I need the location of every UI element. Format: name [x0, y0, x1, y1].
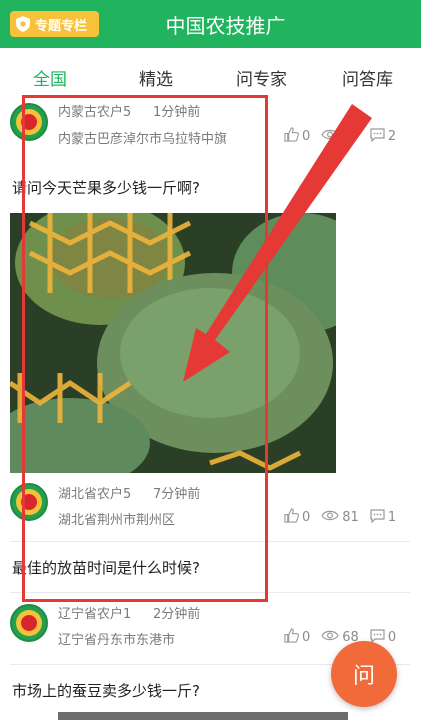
tab-qa-library[interactable]: 问答库: [342, 65, 393, 90]
post-image[interactable]: [10, 213, 336, 473]
comment-count: 1: [387, 510, 397, 525]
ask-question-button[interactable]: 问: [331, 641, 397, 707]
page-title: 中国农技推广: [165, 14, 286, 38]
question-title[interactable]: 请问今天芒果多少钱一斤啊?: [12, 177, 200, 198]
post-user[interactable]: 辽宁省农户1: [58, 603, 131, 622]
tab-nationwide[interactable]: 全国: [33, 65, 67, 90]
question-title[interactable]: 市场上的蚕豆卖多少钱一斤?: [12, 680, 200, 701]
thumb-up-icon[interactable]: [284, 508, 299, 527]
view-count: 90: [342, 129, 359, 144]
like-count: 0: [302, 129, 311, 144]
comment-count: 2: [387, 129, 397, 144]
tab-ask-expert[interactable]: 问专家: [236, 65, 287, 90]
eye-icon: [321, 629, 339, 646]
post-stats: 0 68 0: [284, 628, 407, 647]
like-count: 0: [302, 510, 311, 525]
avatar[interactable]: [10, 103, 48, 141]
divider: [10, 541, 410, 542]
comment-icon[interactable]: [370, 508, 385, 527]
thumb-up-icon[interactable]: [284, 628, 299, 647]
post-time: 2分钟前: [153, 607, 201, 622]
post-stats: 0 81 1: [284, 508, 407, 527]
post-stats: 0 90 2: [284, 127, 407, 146]
post-time: 1分钟前: [153, 105, 201, 120]
comment-count: 0: [387, 630, 397, 645]
avatar[interactable]: [10, 483, 48, 521]
tab-featured[interactable]: 精选: [139, 65, 173, 90]
post-user[interactable]: 湖北省农户5: [58, 483, 131, 502]
post-user[interactable]: 内蒙古农户5: [58, 101, 131, 120]
eye-icon: [321, 128, 339, 145]
post-location: 内蒙古巴彦淖尔市乌拉特中旗: [58, 132, 228, 147]
thumb-up-icon[interactable]: [284, 127, 299, 146]
view-count: 81: [342, 510, 359, 525]
post-time: 7分钟前: [153, 487, 201, 502]
avatar[interactable]: [10, 604, 48, 642]
comment-icon[interactable]: [370, 127, 385, 146]
like-count: 0: [302, 630, 311, 645]
question-title[interactable]: 最佳的放苗时间是什么时候?: [12, 557, 200, 578]
app-header: 专题专栏 中国农技推广: [0, 0, 421, 48]
next-post-image: [58, 712, 348, 720]
eye-icon: [321, 509, 339, 526]
tab-bar: 全国 精选 问专家 问答库: [0, 48, 421, 98]
divider: [10, 592, 410, 593]
post-location: 辽宁省丹东市东港市: [58, 633, 176, 648]
post-location: 湖北省荆州市荆州区: [58, 513, 176, 528]
